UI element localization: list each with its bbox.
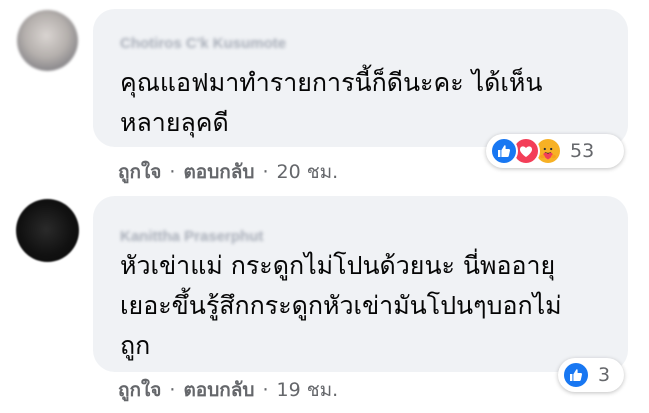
like-icon xyxy=(562,361,590,389)
separator: · xyxy=(169,379,176,401)
comment-item: Kanittha Praserphut หัวเข่าแม่ กระดูกไม่… xyxy=(0,192,649,413)
avatar[interactable] xyxy=(17,10,78,71)
reaction-count: 53 xyxy=(570,140,595,162)
comment-bubble: Kanittha Praserphut หัวเข่าแม่ กระดูกไม่… xyxy=(93,196,628,372)
comment-actions: ถูกใจ · ตอบกลับ · 19 ชม. xyxy=(118,375,338,405)
avatar[interactable] xyxy=(16,199,79,262)
comment-text: หัวเข่าแม่ กระดูกไม่โปนด้วยนะ นี่พออายุ … xyxy=(120,251,562,360)
reply-button[interactable]: ตอบกลับ xyxy=(183,375,254,405)
separator: · xyxy=(262,161,269,183)
like-button[interactable]: ถูกใจ xyxy=(118,157,161,187)
comments-panel: Chotiros C'k Kusumote คุณแอฟมาทำรายการนี… xyxy=(0,0,649,413)
separator: · xyxy=(169,161,176,183)
reaction-count: 3 xyxy=(598,364,611,386)
reaction-summary[interactable]: 53 xyxy=(486,134,624,168)
comment-timestamp[interactable]: 19 ชม. xyxy=(277,375,339,405)
comment-bubble: Chotiros C'k Kusumote คุณแอฟมาทำรายการนี… xyxy=(93,9,628,147)
reply-button[interactable]: ตอบกลับ xyxy=(183,157,254,187)
comment-item: Chotiros C'k Kusumote คุณแอฟมาทำรายการนี… xyxy=(0,0,649,190)
comment-author[interactable]: Kanittha Praserphut xyxy=(120,228,263,245)
like-button[interactable]: ถูกใจ xyxy=(118,375,161,405)
reaction-summary[interactable]: 3 xyxy=(558,358,624,392)
comment-author[interactable]: Chotiros C'k Kusumote xyxy=(120,35,286,52)
comment-timestamp[interactable]: 20 ชม. xyxy=(277,157,339,187)
like-icon xyxy=(490,137,518,165)
separator: · xyxy=(262,379,269,401)
comment-actions: ถูกใจ · ตอบกลับ · 20 ชม. xyxy=(118,157,338,187)
comment-text: คุณแอฟมาทำรายการนี้ก็ดีนะคะ ได้เห็น หลาย… xyxy=(120,68,543,137)
